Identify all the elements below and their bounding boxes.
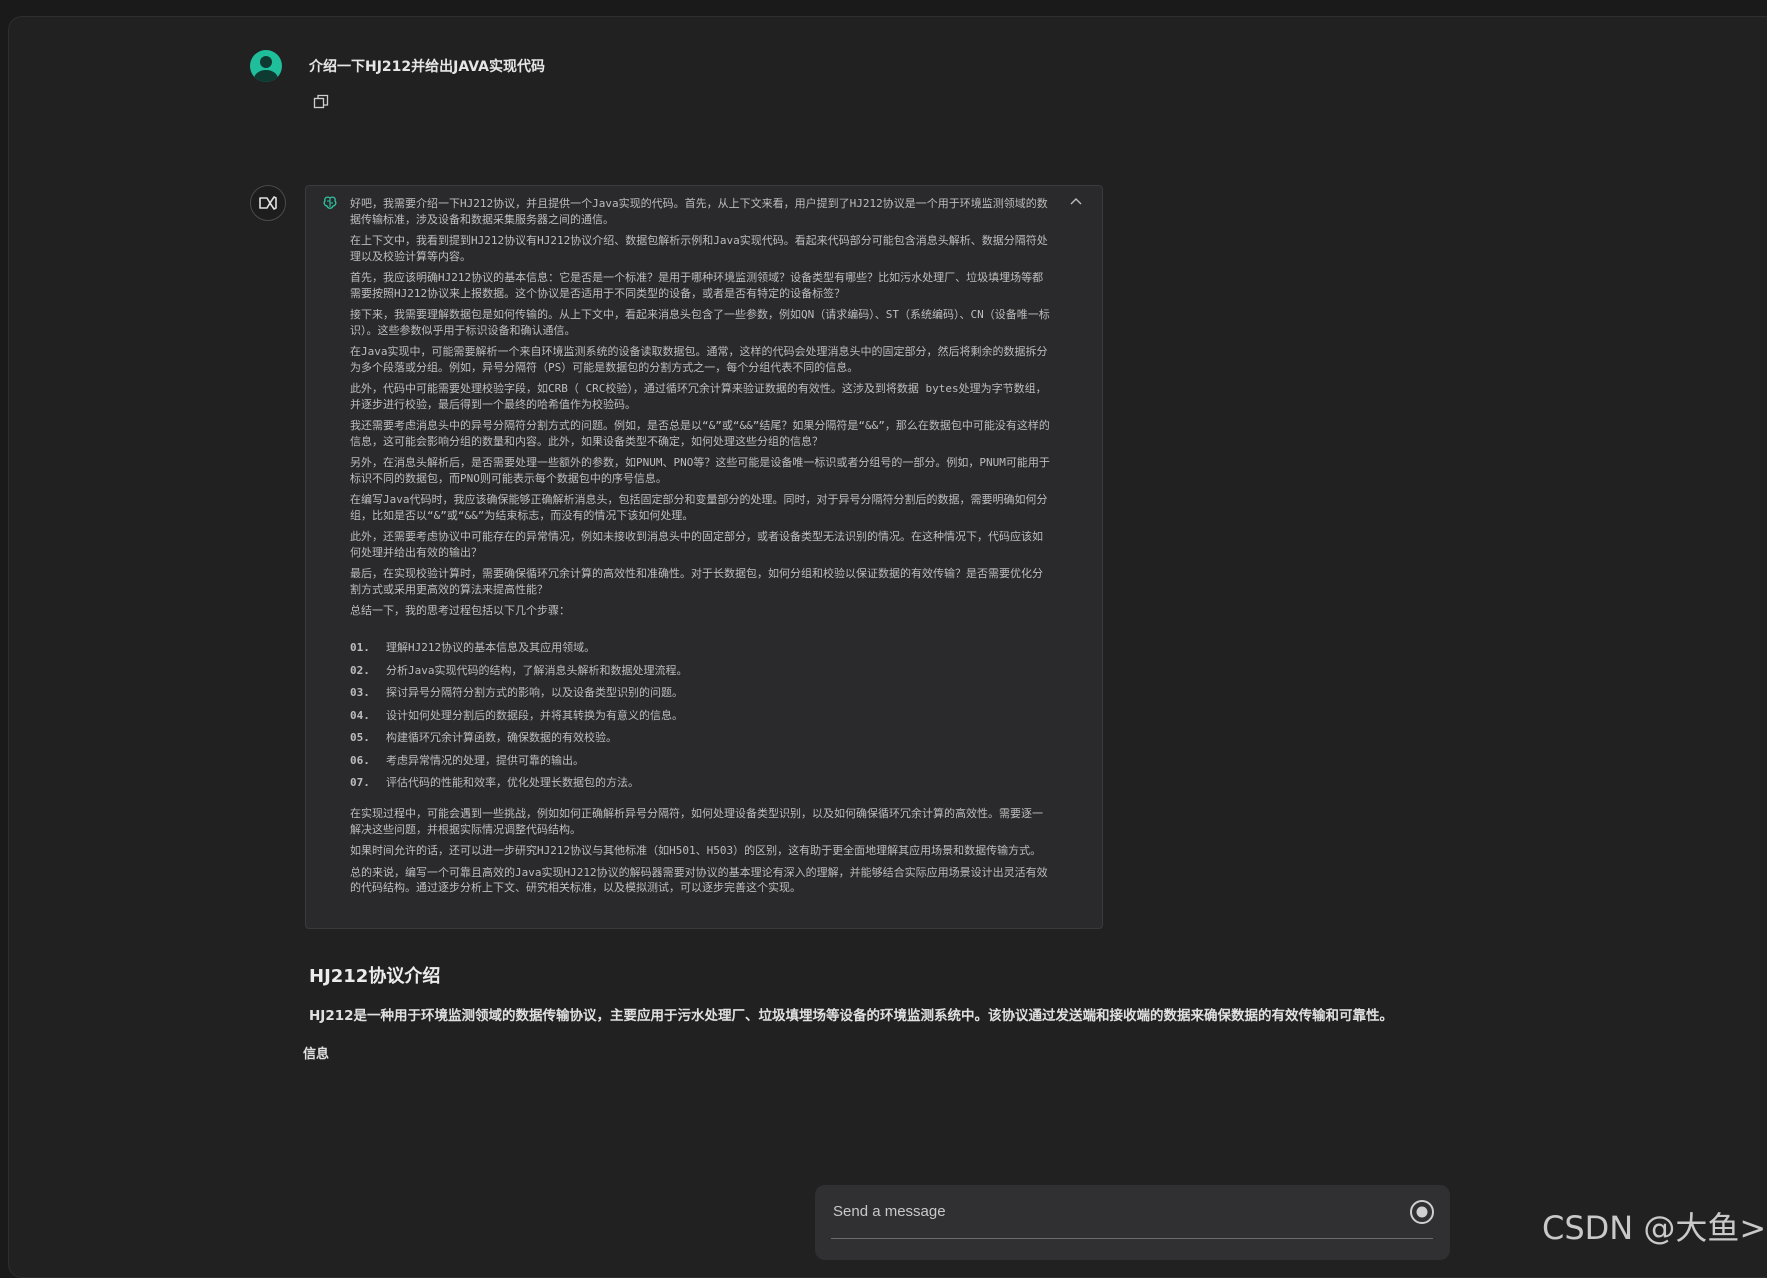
step-text: 探讨异号分隔符分割方式的影响，以及设备类型识别的问题。 bbox=[386, 686, 683, 699]
step-number: 07. bbox=[350, 776, 370, 789]
input-underline bbox=[831, 1238, 1433, 1239]
assistant-avatar bbox=[250, 185, 286, 221]
list-item: 07. 评估代码的性能和效率，优化处理长数据包的方法。 bbox=[350, 772, 1050, 795]
message-input[interactable] bbox=[831, 1197, 1375, 1225]
user-message: 介绍一下HJ212并给出JAVA实现代码 bbox=[250, 50, 545, 82]
thinking-paragraph: 我还需要考虑消息头中的异号分隔符分割方式的问题。例如，是否总是以“&”或“&&”… bbox=[350, 419, 1050, 448]
list-item: 03. 探讨异号分隔符分割方式的影响，以及设备类型识别的问题。 bbox=[350, 682, 1050, 705]
list-item: 05. 构建循环冗余计算函数，确保数据的有效校验。 bbox=[350, 727, 1050, 750]
message-composer bbox=[815, 1185, 1450, 1260]
step-text: 构建循环冗余计算函数，确保数据的有效校验。 bbox=[386, 731, 617, 744]
answer-heading: HJ212协议介绍 bbox=[309, 966, 441, 987]
thinking-paragraph: 在Java实现中，可能需要解析一个来自环境监测系统的设备读取数据包。通常，这样的… bbox=[350, 345, 1048, 374]
thinking-content: 好吧，我需要介绍一下HJ212协议，并且提供一个Java实现的代码。首先，从上下… bbox=[350, 196, 1050, 902]
answer-partial-label: 信息 bbox=[303, 1047, 330, 1062]
thinking-panel: 好吧，我需要介绍一下HJ212协议，并且提供一个Java实现的代码。首先，从上下… bbox=[305, 185, 1103, 929]
step-text: 分析Java实现代码的结构，了解消息头解析和数据处理流程。 bbox=[386, 663, 688, 677]
step-text: 评估代码的性能和效率，优化处理长数据包的方法。 bbox=[386, 776, 639, 789]
step-text: 考虑异常情况的处理，提供可靠的输出。 bbox=[386, 753, 584, 767]
list-item: 01. 理解HJ212协议的基本信息及其应用领域。 bbox=[350, 637, 1050, 660]
answer-paragraph: HJ212是一种用于环境监测领域的数据传输协议，主要应用于污水处理厂、垃圾填埋场… bbox=[309, 1008, 1393, 1024]
user-avatar bbox=[250, 50, 282, 82]
assistant-logo-icon bbox=[259, 196, 277, 210]
list-item: 06. 考虑异常情况的处理，提供可靠的输出。 bbox=[350, 749, 1050, 772]
step-number: 05. bbox=[350, 731, 370, 744]
step-number: 06. bbox=[350, 753, 370, 767]
step-number: 04. bbox=[350, 708, 370, 722]
stop-generating-icon[interactable] bbox=[1409, 1199, 1435, 1225]
thinking-paragraph: 在上下文中，我看到提到HJ212协议有HJ212协议介绍、数据包解析示例和Jav… bbox=[350, 234, 1048, 263]
watermark: CSDN @大鱼> bbox=[1542, 1209, 1767, 1247]
thinking-paragraph: 此外，还需要考虑协议中可能存在的异常情况，例如未接收到消息头中的固定部分，或者设… bbox=[350, 530, 1043, 559]
thinking-paragraph: 如果时间允许的话，还可以进一步研究HJ212协议与其他标准（如H501、H503… bbox=[350, 844, 1042, 857]
thinking-paragraph: 最后，在实现校验计算时，需要确保循环冗余计算的高效性和准确性。对于长数据包，如何… bbox=[350, 567, 1043, 596]
steps-list: 01. 理解HJ212协议的基本信息及其应用领域。 02. 分析Java实现代码的结… bbox=[350, 637, 1050, 795]
list-item: 02. 分析Java实现代码的结构，了解消息头解析和数据处理流程。 bbox=[350, 659, 1050, 682]
thinking-paragraph: 在编写Java代码时，我应该确保能够正确解析消息头，包括固定部分和变量部分的处理… bbox=[350, 493, 1048, 522]
step-number: 03. bbox=[350, 686, 370, 699]
thinking-paragraph: 总结一下，我的思考过程包括以下几个步骤： bbox=[350, 604, 570, 617]
thinking-paragraph: 此外，代码中可能需要处理校验字段，如CRB（ CRC校验），通过循环冗余计算来验… bbox=[350, 382, 1047, 411]
list-item: 04. 设计如何处理分割后的数据段，并将其转换为有意义的信息。 bbox=[350, 704, 1050, 727]
step-number: 02. bbox=[350, 663, 370, 677]
thinking-paragraph: 接下来，我需要理解数据包是如何传输的。从上下文中，看起来消息头包含了一些参数，例… bbox=[350, 308, 1050, 337]
step-text: 理解HJ212协议的基本信息及其应用领域。 bbox=[386, 641, 596, 654]
step-text: 设计如何处理分割后的数据段，并将其转换为有意义的信息。 bbox=[386, 708, 683, 722]
step-number: 01. bbox=[350, 641, 370, 654]
thinking-paragraph: 首先，我应该明确HJ212协议的基本信息：它是否是一个标准？是用于哪种环境监测领… bbox=[350, 271, 1044, 300]
copy-icon[interactable] bbox=[313, 94, 329, 110]
thinking-paragraph: 在实现过程中，可能会遇到一些挑战，例如如何正确解析异号分隔符，如何处理设备类型识… bbox=[350, 807, 1043, 836]
chevron-up-icon[interactable] bbox=[1068, 194, 1084, 210]
thinking-paragraph: 总的来说，编写一个可靠且高效的Java实现HJ212协议的解码器需要对协议的基本… bbox=[350, 865, 1048, 895]
brain-icon bbox=[323, 196, 337, 209]
user-message-text: 介绍一下HJ212并给出JAVA实现代码 bbox=[309, 59, 545, 75]
thinking-paragraph: 另外，在消息头解析后，是否需要处理一些额外的参数，如PNUM、PNO等？这些可能… bbox=[350, 456, 1050, 485]
thinking-paragraph: 好吧，我需要介绍一下HJ212协议，并且提供一个Java实现的代码。首先，从上下… bbox=[350, 197, 1048, 226]
